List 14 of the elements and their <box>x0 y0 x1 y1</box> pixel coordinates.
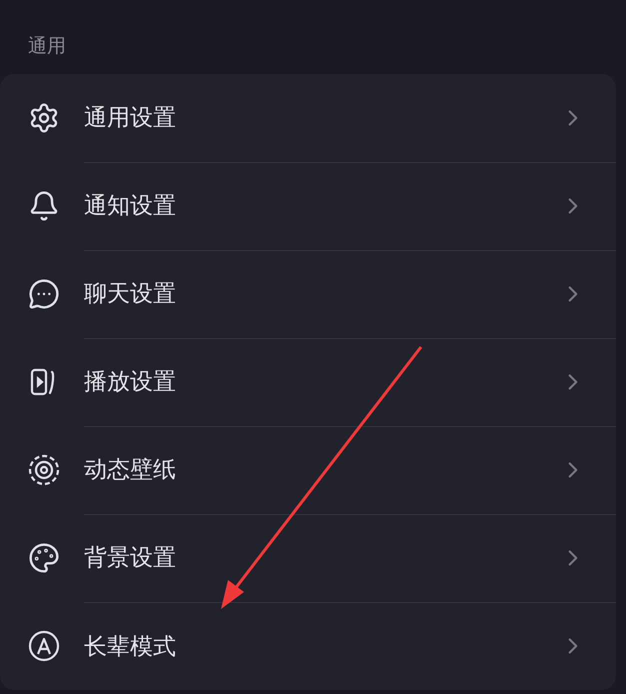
palette-icon <box>28 542 60 574</box>
settings-item[interactable]: 通用设置 <box>84 102 560 133</box>
chat-icon <box>28 278 60 310</box>
letter-circle-icon <box>28 630 60 662</box>
gear-icon <box>28 102 60 134</box>
settings-item[interactable]: 通知设置 <box>84 190 560 221</box>
bell-icon <box>28 190 60 222</box>
settings-item[interactable]: 背景设置 <box>84 542 560 573</box>
settings-item[interactable]: 播放设置 <box>84 366 560 397</box>
settings-item[interactable]: 动态壁纸 <box>84 454 560 485</box>
settings-item[interactable]: 长辈模式 <box>84 630 560 662</box>
section-title: 通用 <box>28 34 66 58</box>
settings-item[interactable]: 聊天设置 <box>84 278 560 309</box>
concentric-circles-icon <box>28 454 60 486</box>
